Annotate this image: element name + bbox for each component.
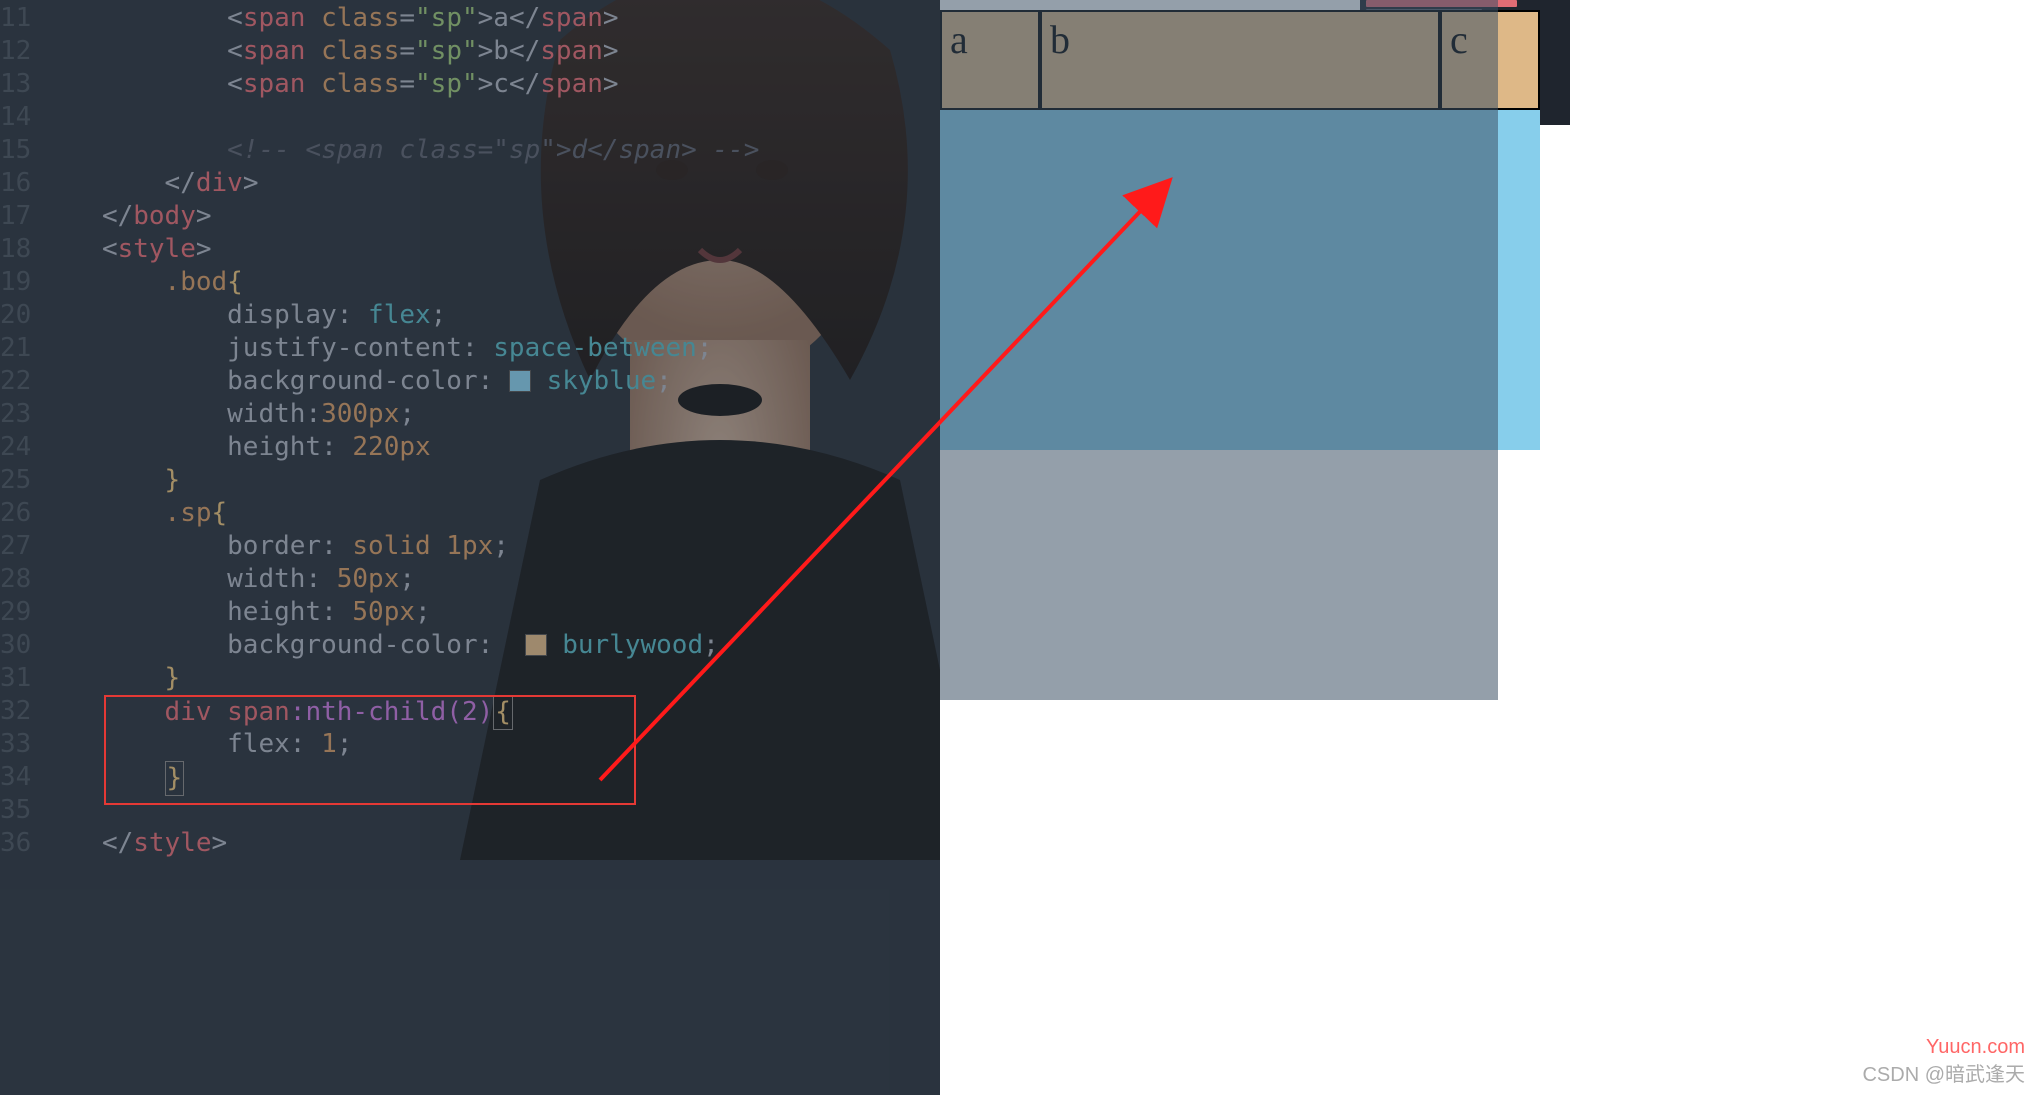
- watermark-yuucn: Yuucn.com: [1926, 1036, 2025, 1059]
- browser-preview[interactable]: a b c: [940, 0, 2041, 1095]
- code-editor[interactable]: 1112131415161718192021222324252627282930…: [0, 0, 700, 1095]
- color-swatch-skyblue: [509, 370, 531, 392]
- color-swatch-burlywood: [525, 634, 547, 656]
- watermark-csdn: CSDN @暗武逢天: [1862, 1058, 2025, 1087]
- line-number-gutter: 1112131415161718192021222324252627282930…: [0, 0, 39, 1095]
- code-area[interactable]: <span class="sp">a</span> <span class="s…: [39, 0, 759, 1095]
- flex-item-a: a: [940, 10, 1040, 110]
- flex-preview-bod: a b c: [940, 10, 1540, 450]
- flex-item-b: b: [1040, 10, 1440, 110]
- flex-item-c: c: [1440, 10, 1540, 110]
